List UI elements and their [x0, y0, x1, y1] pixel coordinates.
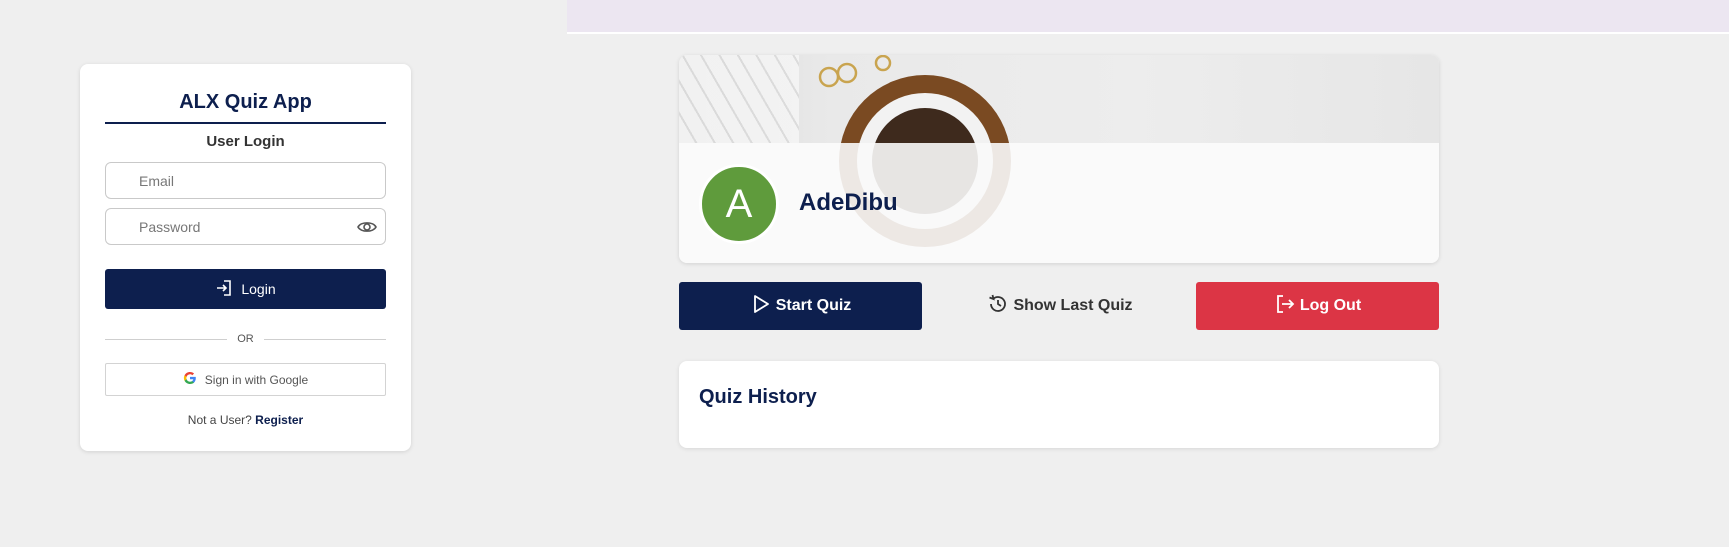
email-field[interactable]	[105, 162, 386, 199]
or-divider: OR	[105, 332, 386, 346]
quiz-history-card: Quiz History	[679, 361, 1439, 448]
google-signin-button[interactable]: Sign in with Google	[105, 363, 386, 396]
google-signin-label: Sign in with Google	[204, 372, 309, 387]
username: AdeDibu	[799, 189, 898, 216]
register-prompt: Not a User?	[187, 413, 252, 427]
logout-button[interactable]: Log Out	[1196, 282, 1439, 330]
register-link[interactable]: Register	[255, 413, 303, 427]
divider-line	[263, 338, 386, 340]
login-card: ALX Quiz App User Login Login OR	[80, 64, 411, 451]
show-last-quiz-label: Show Last Quiz	[1013, 297, 1133, 314]
profile-body	[679, 143, 1439, 263]
login-icon	[215, 279, 233, 300]
history-icon	[987, 293, 1009, 320]
login-subtitle: User Login	[206, 133, 285, 150]
start-quiz-button[interactable]: Start Quiz	[679, 282, 922, 330]
password-input[interactable]	[106, 209, 385, 244]
or-text: OR	[237, 333, 254, 345]
app-title: ALX Quiz App	[105, 88, 386, 124]
avatar: A	[699, 164, 779, 244]
show-last-quiz-button[interactable]: Show Last Quiz	[960, 282, 1160, 330]
login-button[interactable]: Login	[105, 269, 386, 309]
email-input[interactable]	[106, 163, 385, 198]
divider-line	[105, 338, 228, 340]
start-quiz-label: Start Quiz	[775, 297, 852, 314]
register-row: Not a User? Register	[105, 413, 386, 427]
logout-icon	[1274, 293, 1296, 320]
quiz-history-title: Quiz History	[699, 386, 817, 408]
password-field[interactable]	[105, 208, 386, 245]
google-icon	[183, 371, 197, 388]
eye-icon[interactable]	[357, 218, 377, 236]
profile-card: A AdeDibu	[679, 55, 1439, 263]
top-bar	[567, 0, 1729, 34]
login-button-label: Login	[241, 281, 276, 297]
keyboard-image	[679, 55, 799, 143]
logout-label: Log Out	[1299, 297, 1362, 314]
play-icon	[750, 293, 772, 320]
cover-image	[679, 55, 1439, 247]
